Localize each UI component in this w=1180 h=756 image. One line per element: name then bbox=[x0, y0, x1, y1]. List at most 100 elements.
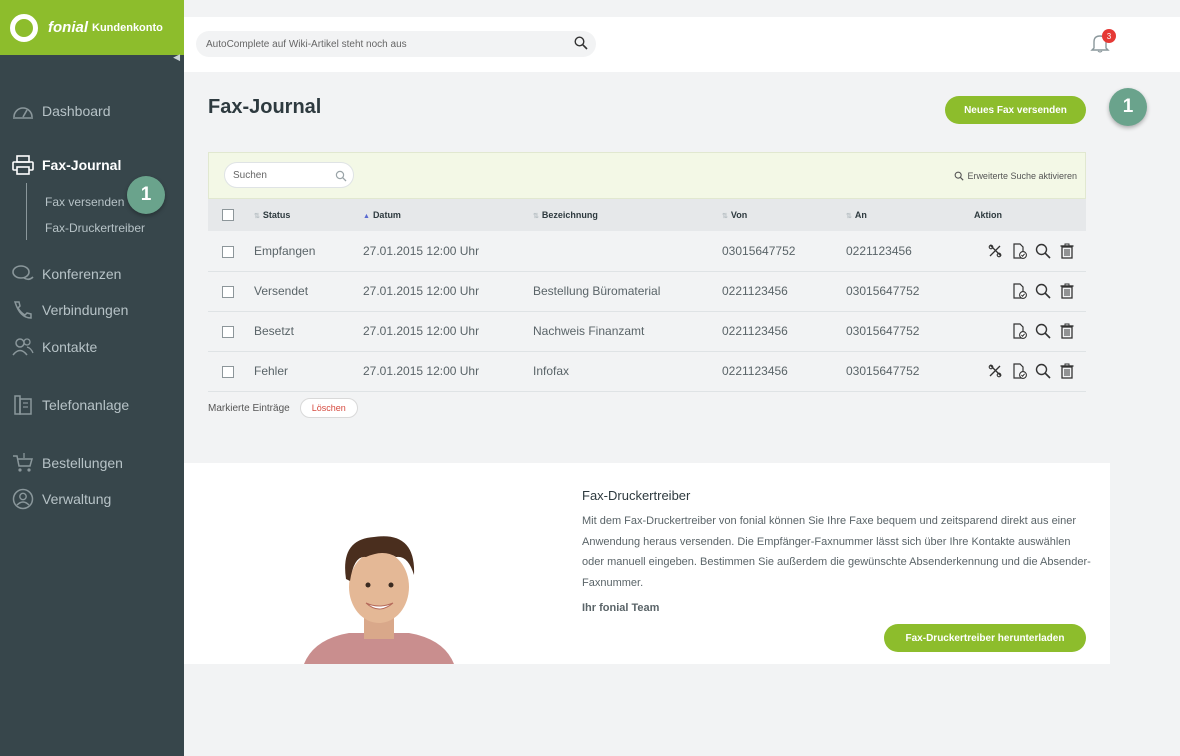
document-check-icon[interactable] bbox=[1010, 242, 1028, 260]
column-header-bezeichnung[interactable]: ⇅ Bezeichnung bbox=[533, 199, 722, 231]
table-row[interactable]: Versendet 27.01.2015 12:00 Uhr Bestellung … bbox=[208, 271, 1086, 311]
table-search bbox=[224, 162, 354, 188]
support-person-photo bbox=[304, 527, 454, 664]
wiki-search-input[interactable] bbox=[206, 38, 566, 50]
trash-icon[interactable] bbox=[1058, 362, 1076, 380]
search-icon[interactable] bbox=[574, 36, 588, 55]
cell-von: 0221123456 bbox=[722, 324, 788, 338]
sidebar-item-label: Dashboard bbox=[42, 103, 111, 119]
table-row[interactable]: Besetzt 27.01.2015 12:00 Uhr Nachweis Fina… bbox=[208, 311, 1086, 351]
cell-bezeichnung bbox=[533, 231, 722, 271]
promo-signature: Ihr fonial Team bbox=[582, 602, 660, 614]
notifications-button[interactable]: 3 bbox=[1090, 29, 1116, 58]
document-check-icon[interactable] bbox=[1010, 322, 1028, 340]
sidebar: fonial Kundenkonto ◀ Dashboard Fax-Journ… bbox=[0, 0, 184, 756]
cell-bezeichnung: Bestellung Büromaterial bbox=[533, 284, 661, 298]
cell-status: Besetzt bbox=[254, 324, 295, 338]
sidebar-item-verwaltung[interactable]: Verwaltung bbox=[12, 487, 111, 511]
sidebar-item-label: Kontakte bbox=[42, 339, 98, 355]
cell-actions bbox=[970, 351, 1086, 391]
table-row[interactable]: Empfangen 27.01.2015 12:00 Uhr 03015647752… bbox=[208, 231, 1086, 271]
cell-bezeichnung: Infofax bbox=[533, 364, 570, 378]
row-checkbox[interactable] bbox=[222, 365, 234, 378]
column-header-status[interactable]: ⇅ Status bbox=[254, 199, 363, 231]
row-checkbox[interactable] bbox=[222, 285, 234, 298]
resend-icon[interactable] bbox=[986, 242, 1004, 260]
trash-icon[interactable] bbox=[1058, 282, 1076, 300]
row-select bbox=[208, 231, 254, 271]
sidebar-item-verbindungen[interactable]: Verbindungen bbox=[12, 298, 128, 322]
cell-an: 0221123456 bbox=[846, 243, 912, 258]
cell-von: 03015647752 bbox=[722, 243, 796, 258]
resend-icon[interactable] bbox=[986, 362, 1004, 380]
cell-datum: 27.01.2015 12:00 Uhr bbox=[363, 364, 480, 378]
search-icon bbox=[955, 171, 965, 181]
sort-icon: ⇅ bbox=[254, 213, 260, 220]
magnifier-icon[interactable] bbox=[1034, 282, 1052, 300]
magnifier-icon[interactable] bbox=[1034, 242, 1052, 260]
collapse-sidebar-icon[interactable]: ◀ bbox=[173, 52, 180, 63]
sort-asc-icon: ▲ bbox=[363, 213, 370, 220]
row-checkbox[interactable] bbox=[222, 245, 234, 258]
cell-actions bbox=[970, 271, 1086, 311]
column-header-von[interactable]: ⇅ Von bbox=[722, 199, 846, 231]
sort-icon: ⇅ bbox=[533, 213, 539, 220]
column-header-aktion: Aktion bbox=[974, 210, 1002, 220]
subnav-item-fax-druckertreiber[interactable]: Fax-Druckertreiber bbox=[45, 221, 145, 235]
cell-von: 0221123456 bbox=[722, 284, 788, 298]
dashboard-icon bbox=[12, 100, 34, 122]
select-all-header bbox=[208, 199, 254, 231]
filter-bar: Erweiterte Suche aktivieren bbox=[208, 152, 1086, 199]
fax-journal-panel: Erweiterte Suche aktivieren ⇅Status ▲Dat… bbox=[208, 152, 1086, 392]
sort-icon: ⇅ bbox=[846, 213, 852, 220]
cell-an: 03015647752 bbox=[846, 324, 920, 338]
cell-actions bbox=[970, 231, 1086, 271]
table-search-input[interactable] bbox=[233, 169, 333, 181]
chat-icon bbox=[12, 263, 34, 285]
sidebar-item-dashboard[interactable]: Dashboard bbox=[12, 99, 111, 123]
magnifier-icon[interactable] bbox=[1034, 322, 1052, 340]
sidebar-item-kontakte[interactable]: Kontakte bbox=[12, 335, 97, 359]
brand-name: fonial bbox=[48, 19, 88, 36]
cell-actions bbox=[970, 311, 1086, 351]
printer-icon bbox=[12, 154, 34, 176]
sidebar-item-label: Verwaltung bbox=[42, 491, 112, 507]
bulk-label: Markierte Einträge bbox=[208, 402, 290, 414]
bulk-delete-button[interactable]: Löschen bbox=[299, 398, 358, 418]
table-row[interactable]: Fehler 27.01.2015 12:00 Uhr Infofax 0221123… bbox=[208, 351, 1086, 391]
trash-icon[interactable] bbox=[1058, 322, 1076, 340]
brand-header[interactable]: fonial Kundenkonto ◀ bbox=[0, 0, 184, 62]
document-check-icon[interactable] bbox=[1010, 282, 1028, 300]
sidebar-item-fax-journal[interactable]: Fax-Journal bbox=[12, 153, 121, 177]
new-fax-button[interactable]: Neues Fax versenden bbox=[945, 96, 1086, 124]
fonial-logo bbox=[10, 13, 38, 42]
row-checkbox[interactable] bbox=[222, 325, 234, 338]
sort-icon: ⇅ bbox=[722, 213, 728, 220]
bulk-actions: Markierte Einträge Löschen bbox=[208, 398, 358, 418]
printer-driver-promo: Fax-Druckertreiber Mit dem Fax-Druckertr… bbox=[184, 463, 1110, 664]
select-all-checkbox[interactable] bbox=[222, 209, 234, 221]
magnifier-icon[interactable] bbox=[1034, 362, 1052, 380]
advanced-search-link[interactable]: Erweiterte Suche aktivieren bbox=[954, 171, 1077, 181]
trash-icon[interactable] bbox=[1058, 242, 1076, 260]
top-bar: 3 bbox=[184, 17, 1180, 72]
document-check-icon[interactable] bbox=[1010, 362, 1028, 380]
download-driver-button[interactable]: Fax-Druckertreiber herunterladen bbox=[884, 624, 1086, 652]
phone-icon bbox=[12, 299, 34, 321]
step-badge: 1 bbox=[127, 176, 165, 214]
subnav-item-fax-versenden[interactable]: Fax versenden bbox=[45, 195, 124, 209]
cell-von: 0221123456 bbox=[722, 364, 788, 378]
sidebar-item-telefonanlage[interactable]: Telefonanlage bbox=[12, 393, 129, 417]
promo-text: Mit dem Fax-Druckertreiber von fonial kö… bbox=[582, 515, 1091, 589]
column-header-datum[interactable]: ▲ Datum bbox=[363, 199, 533, 231]
sidebar-item-label: Bestellungen bbox=[42, 455, 123, 471]
cell-status: Versendet bbox=[254, 284, 309, 298]
advanced-search-label: Erweiterte Suche aktivieren bbox=[967, 171, 1077, 181]
brand-product: Kundenkonto bbox=[92, 21, 163, 34]
fax-table: ⇅ Status ▲ Datum ⇅ Bezeichnung ⇅ Von ⇅ An Akt… bbox=[208, 199, 1086, 392]
search-icon[interactable] bbox=[335, 169, 347, 187]
sidebar-item-konferenzen[interactable]: Konferenzen bbox=[12, 262, 121, 286]
column-header-an[interactable]: ⇅ An bbox=[846, 199, 970, 231]
sidebar-item-bestellungen[interactable]: Bestellungen bbox=[12, 451, 123, 475]
pbx-icon bbox=[12, 394, 34, 416]
